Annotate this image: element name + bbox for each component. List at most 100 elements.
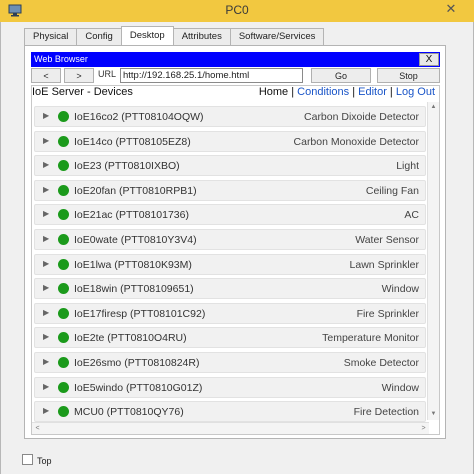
- go-button[interactable]: Go: [311, 68, 371, 83]
- device-name: IoE1lwa (PTT0810K93M): [74, 258, 192, 271]
- page-nav-links: Home | Conditions | Editor | Log Out: [259, 86, 435, 98]
- device-type: Temperature Monitor: [322, 332, 419, 345]
- window-titlebar: PC0 ✕: [0, 0, 474, 23]
- device-name: IoE0wate (PTT0810Y3V4): [74, 233, 197, 246]
- device-row[interactable]: ▶ IoE20fan (PTT0810RPB1) Ceiling Fan: [34, 179, 426, 201]
- device-type: Carbon Dixoide Detector: [304, 111, 419, 123]
- conditions-link[interactable]: Conditions: [297, 86, 349, 98]
- expand-arrow-icon[interactable]: ▶: [43, 308, 49, 317]
- link-separator: |: [288, 86, 298, 98]
- page-header: IoE Server - Devices Home | Conditions |…: [32, 86, 439, 100]
- tab-attributes[interactable]: Attributes: [172, 28, 231, 45]
- url-input[interactable]: http://192.168.25.1/home.html: [120, 68, 303, 83]
- device-type: Water Sensor: [355, 233, 419, 246]
- device-name: IoE2te (PTT0810O4RU): [74, 332, 187, 345]
- expand-arrow-icon[interactable]: ▶: [43, 234, 49, 243]
- scroll-down-icon[interactable]: ▼: [428, 409, 439, 420]
- tab-desktop[interactable]: Desktop: [120, 26, 174, 45]
- device-type: Smoke Detector: [343, 356, 419, 369]
- close-icon[interactable]: ✕: [436, 0, 466, 18]
- device-row[interactable]: ▶ MCU0 (PTT0810QY76) Fire Detection: [34, 401, 426, 423]
- browser-close-button[interactable]: X: [419, 53, 439, 66]
- device-type: Window: [381, 381, 419, 394]
- tab-strip: Physical Config Desktop Attributes Softw…: [24, 26, 325, 45]
- device-list: ▶ IoE16co2 (PTT08104OQW) Carbon Dixoide De…: [34, 106, 426, 426]
- device-name: IoE23 (PTT0810IXBO): [74, 160, 180, 173]
- device-type: Lawn Sprinkler: [349, 258, 419, 271]
- device-type: Ceiling Fan: [365, 184, 419, 197]
- forward-button[interactable]: >: [64, 68, 94, 83]
- link-separator: |: [386, 86, 396, 98]
- device-row[interactable]: ▶ IoE5windo (PTT0810G01Z) Window: [34, 376, 426, 398]
- expand-arrow-icon[interactable]: ▶: [43, 406, 49, 415]
- status-dot-icon: [58, 233, 69, 245]
- expand-arrow-icon[interactable]: ▶: [43, 136, 49, 145]
- device-name: IoE16co2 (PTT08104OQW): [74, 111, 204, 123]
- link-separator: |: [349, 86, 359, 98]
- checkbox-box[interactable]: [22, 454, 33, 465]
- stop-button[interactable]: Stop: [377, 68, 440, 83]
- status-dot-icon: [58, 356, 69, 368]
- status-dot-icon: [58, 283, 69, 295]
- device-name: IoE26smo (PTT0810824R): [74, 356, 200, 369]
- expand-arrow-icon[interactable]: ▶: [43, 111, 49, 120]
- status-dot-icon: [58, 332, 69, 344]
- device-type: Light: [396, 160, 419, 173]
- device-row[interactable]: ▶ IoE23 (PTT0810IXBO) Light: [34, 155, 426, 177]
- device-row[interactable]: ▶ IoE0wate (PTT0810Y3V4) Water Sensor: [34, 228, 426, 250]
- scroll-up-icon[interactable]: ▲: [428, 102, 439, 113]
- status-dot-icon: [58, 135, 69, 147]
- expand-arrow-icon[interactable]: ▶: [43, 185, 49, 194]
- tab-physical[interactable]: Physical: [24, 28, 78, 45]
- top-checkbox-label: Top: [37, 456, 52, 466]
- device-name: IoE17firesp (PTT08101C92): [74, 307, 206, 320]
- device-row[interactable]: ▶ IoE14co (PTT08105EZ8) Carbon Monoxide De…: [34, 130, 426, 152]
- window-title: PC0: [225, 3, 249, 17]
- status-dot-icon: [58, 258, 69, 270]
- page-title: IoE Server - Devices: [32, 86, 133, 98]
- device-row[interactable]: ▶ IoE26smo (PTT0810824R) Smoke Detector: [34, 351, 426, 373]
- expand-arrow-icon[interactable]: ▶: [43, 357, 49, 366]
- device-type: AC: [404, 209, 419, 222]
- tab-software-services[interactable]: Software/Services: [229, 28, 325, 45]
- expand-arrow-icon[interactable]: ▶: [43, 283, 49, 292]
- browser-page: IoE Server - Devices Home | Conditions |…: [31, 85, 440, 435]
- status-dot-icon: [58, 111, 69, 122]
- scroll-left-icon[interactable]: <: [32, 423, 43, 434]
- device-row[interactable]: ▶ IoE21ac (PTT08101736) AC: [34, 204, 426, 226]
- device-name: IoE14co (PTT08105EZ8): [74, 135, 191, 148]
- scroll-right-icon[interactable]: >: [418, 423, 429, 434]
- device-name: IoE20fan (PTT0810RPB1): [74, 184, 197, 197]
- web-browser-title: Web Browser: [34, 54, 88, 64]
- status-dot-icon: [58, 209, 69, 221]
- expand-arrow-icon[interactable]: ▶: [43, 160, 49, 169]
- expand-arrow-icon[interactable]: ▶: [43, 382, 49, 391]
- status-dot-icon: [58, 381, 69, 393]
- web-browser-titlebar: Web Browser X: [31, 52, 440, 67]
- device-row[interactable]: ▶ IoE1lwa (PTT0810K93M) Lawn Sprinkler: [34, 253, 426, 275]
- device-name: MCU0 (PTT0810QY76): [74, 406, 184, 419]
- device-row[interactable]: ▶ IoE17firesp (PTT08101C92) Fire Sprinkler: [34, 302, 426, 324]
- browser-nav-row: < > URL http://192.168.25.1/home.html Go…: [31, 68, 440, 84]
- back-button[interactable]: <: [31, 68, 61, 83]
- status-dot-icon: [58, 307, 69, 319]
- device-row[interactable]: ▶ IoE2te (PTT0810O4RU) Temperature Monitor: [34, 327, 426, 349]
- logout-link[interactable]: Log Out: [396, 86, 435, 98]
- status-dot-icon: [58, 160, 69, 172]
- device-row[interactable]: ▶ IoE16co2 (PTT08104OQW) Carbon Dixoide De…: [34, 106, 426, 127]
- top-checkbox[interactable]: Top: [22, 454, 52, 466]
- expand-arrow-icon[interactable]: ▶: [43, 259, 49, 268]
- vertical-scrollbar[interactable]: ▲ ▼: [427, 102, 439, 420]
- device-type: Window: [381, 283, 419, 296]
- home-link[interactable]: Home: [259, 86, 288, 98]
- device-row[interactable]: ▶ IoE18win (PTT08109651) Window: [34, 278, 426, 300]
- tab-config[interactable]: Config: [76, 28, 122, 45]
- device-name: IoE5windo (PTT0810G01Z): [74, 381, 203, 394]
- horizontal-scrollbar[interactable]: < >: [32, 422, 429, 434]
- expand-arrow-icon[interactable]: ▶: [43, 209, 49, 218]
- expand-arrow-icon[interactable]: ▶: [43, 332, 49, 341]
- device-type: Carbon Monoxide Detector: [293, 135, 419, 148]
- device-name: IoE21ac (PTT08101736): [74, 209, 189, 222]
- editor-link[interactable]: Editor: [358, 86, 387, 98]
- device-type: Fire Detection: [353, 406, 419, 419]
